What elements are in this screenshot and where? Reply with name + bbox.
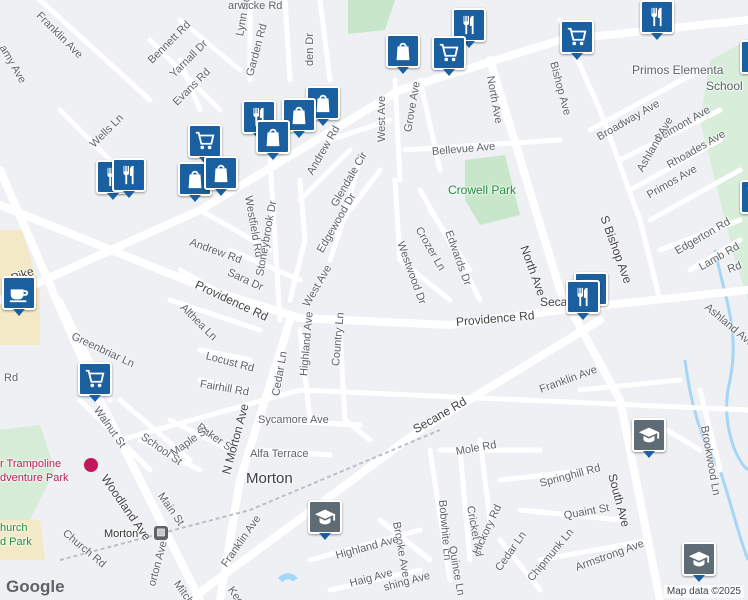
train-station-icon: ▩ bbox=[154, 526, 168, 540]
school-cap-icon bbox=[688, 548, 710, 570]
shopping-cart-icon bbox=[194, 130, 216, 152]
street-label: West Ave bbox=[376, 95, 388, 142]
school-pin[interactable] bbox=[682, 542, 716, 582]
restaurant-pin[interactable] bbox=[640, 0, 674, 40]
shopping-cart-icon bbox=[566, 26, 588, 48]
park-label: Crowell Park bbox=[448, 183, 517, 197]
grocery-pin[interactable] bbox=[560, 20, 594, 60]
shopping-cart-icon bbox=[438, 42, 460, 64]
trampoline-park-label-line1: r Trampoline bbox=[0, 458, 62, 470]
school-pin[interactable] bbox=[632, 418, 666, 458]
fork-knife-icon bbox=[572, 286, 594, 308]
shopping-bag-icon bbox=[210, 162, 232, 184]
map-base-layer bbox=[0, 0, 748, 600]
shopping-bag-icon bbox=[184, 168, 206, 190]
church-park-label-line1: hurch bbox=[0, 522, 28, 534]
shopping-pin[interactable] bbox=[740, 40, 748, 74]
grocery-pin[interactable] bbox=[740, 180, 748, 214]
shopping-bag-icon bbox=[288, 104, 310, 126]
grocery-pin[interactable] bbox=[432, 36, 466, 76]
shopping-pin[interactable] bbox=[204, 156, 238, 196]
street-label: Sycamore Ave bbox=[258, 414, 329, 426]
school-cap-icon bbox=[314, 506, 336, 528]
trampoline-icon bbox=[84, 458, 98, 472]
church-park-label-line2: d Park bbox=[0, 536, 32, 548]
school-pin[interactable] bbox=[308, 500, 342, 540]
shopping-pin[interactable] bbox=[256, 120, 290, 160]
school-label-line2: School bbox=[706, 79, 743, 93]
coffee-cup-icon bbox=[8, 282, 30, 304]
shopping-pin[interactable] bbox=[386, 34, 420, 74]
grocery-pin[interactable] bbox=[188, 124, 222, 164]
street-label: den Dr bbox=[304, 32, 316, 66]
shopping-cart-icon bbox=[84, 368, 106, 390]
street-label: arwicke Rd bbox=[228, 0, 283, 12]
fork-knife-icon bbox=[118, 164, 140, 186]
street-label: Alfa Terrace bbox=[250, 448, 309, 460]
fork-knife-icon bbox=[458, 14, 480, 36]
google-logo: Google bbox=[6, 577, 65, 596]
street-label: Rd bbox=[4, 372, 19, 384]
station-label: Morton bbox=[104, 528, 139, 540]
town-label: Morton bbox=[246, 470, 293, 487]
restaurant-pin[interactable] bbox=[566, 280, 600, 320]
shopping-bag-icon bbox=[392, 40, 414, 62]
cafe-pin[interactable] bbox=[2, 276, 36, 316]
school-label-line1: Primos Elementa bbox=[632, 63, 724, 77]
trampoline-park-label-line2: dventure Park bbox=[0, 472, 69, 484]
map-canvas[interactable]: Franklin Ave amy Ave Bennett Rd Yarnall … bbox=[0, 0, 748, 600]
street-label: Seca bbox=[540, 295, 568, 309]
shopping-bag-icon bbox=[262, 126, 284, 148]
grocery-pin[interactable] bbox=[78, 362, 112, 402]
restaurant-pin[interactable] bbox=[112, 158, 146, 198]
school-cap-icon bbox=[638, 424, 660, 446]
map-attribution[interactable]: Map data ©2025 bbox=[663, 585, 744, 598]
fork-knife-icon bbox=[646, 6, 668, 28]
